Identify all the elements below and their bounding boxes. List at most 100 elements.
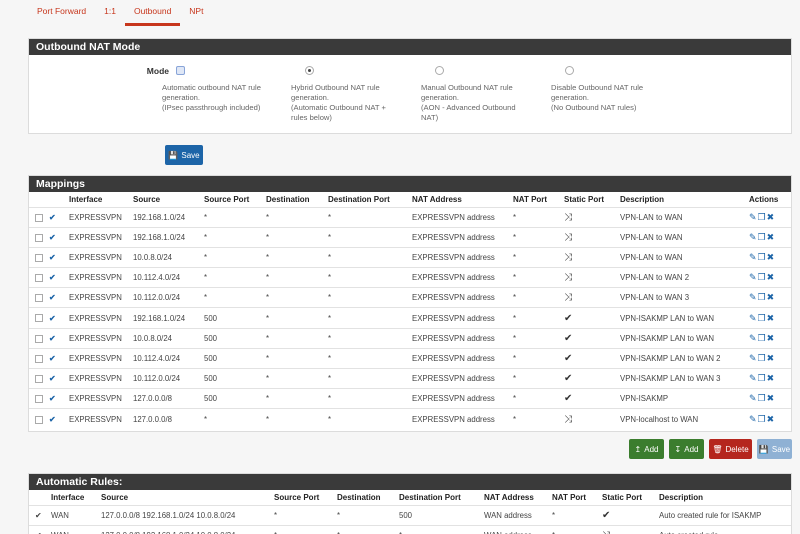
enabled-check-icon[interactable]: ✔ xyxy=(43,367,63,389)
row-checkbox[interactable] xyxy=(35,253,43,262)
enabled-check-icon: ✔ xyxy=(29,504,45,526)
source-port-cell: 500 xyxy=(198,307,260,329)
trash-icon[interactable]: ✖ xyxy=(767,252,776,262)
row-checkbox[interactable] xyxy=(35,314,43,323)
tab-npt[interactable]: NPt xyxy=(180,0,212,26)
edit-pencil-icon[interactable]: ✎ xyxy=(749,373,758,383)
enabled-check-icon[interactable]: ✔ xyxy=(43,226,63,248)
save-mode-button[interactable]: 💾 Save xyxy=(165,145,203,165)
row-checkbox[interactable] xyxy=(35,294,43,303)
edit-pencil-icon[interactable]: ✎ xyxy=(749,212,758,222)
trash-icon[interactable]: ✖ xyxy=(767,272,776,282)
trash-icon[interactable]: ✖ xyxy=(767,292,776,302)
tab-outbound[interactable]: Outbound xyxy=(124,0,181,26)
copy-icon[interactable]: ❐ xyxy=(758,232,767,242)
copy-icon[interactable]: ❐ xyxy=(758,414,767,424)
copy-icon[interactable]: ❐ xyxy=(758,393,767,403)
radio-automatic[interactable] xyxy=(176,66,185,75)
copy-icon[interactable]: ❐ xyxy=(758,212,767,222)
mode-option-hybrid[interactable]: Hybrid Outbound NAT rule generation. (Au… xyxy=(291,65,409,123)
actions-cell: ✎❐✖ xyxy=(743,347,791,369)
tab-port-forward[interactable]: Port Forward xyxy=(28,0,95,26)
trash-icon[interactable]: ✖ xyxy=(767,333,776,343)
copy-icon[interactable]: ❐ xyxy=(758,292,767,302)
enabled-check-icon[interactable]: ✔ xyxy=(43,388,63,409)
save-order-button[interactable]: 💾 Save xyxy=(757,439,792,459)
interface-cell: EXPRESSVPN xyxy=(63,267,127,288)
enabled-check-icon[interactable]: ✔ xyxy=(43,267,63,288)
trash-icon[interactable]: ✖ xyxy=(767,393,776,403)
row-select-cell xyxy=(29,307,43,329)
trash-icon[interactable]: ✖ xyxy=(767,414,776,424)
radio-manual[interactable] xyxy=(435,66,444,75)
table-row[interactable]: ✔ EXPRESSVPN 10.0.8.0/24 500 * * EXPRESSVPN ad… xyxy=(29,327,791,349)
edit-pencil-icon[interactable]: ✎ xyxy=(749,292,758,302)
trash-icon[interactable]: ✖ xyxy=(767,212,776,222)
trash-icon[interactable]: ✖ xyxy=(767,232,776,242)
destination-cell: * xyxy=(260,246,322,268)
automatic-rules-table: Interface Source Source Port Destination… xyxy=(29,490,791,534)
trash-icon[interactable]: ✖ xyxy=(767,373,776,383)
destination-port-cell: 500 xyxy=(393,504,478,526)
add-bottom-button[interactable]: ↧ Add xyxy=(669,439,704,459)
row-checkbox[interactable] xyxy=(35,334,43,343)
copy-icon[interactable]: ❐ xyxy=(758,272,767,282)
edit-pencil-icon[interactable]: ✎ xyxy=(749,232,758,242)
table-row[interactable]: ✔ EXPRESSVPN 192.168.1.0/24 * * * EXPRESSVPN a… xyxy=(29,206,791,228)
row-checkbox[interactable] xyxy=(35,213,43,222)
description-cell: VPN-LAN to WAN 3 xyxy=(614,287,743,308)
row-checkbox[interactable] xyxy=(35,354,43,363)
table-row[interactable]: ✔ EXPRESSVPN 10.112.4.0/24 * * * EXPRESSVPN ad… xyxy=(29,267,791,288)
enabled-check-icon[interactable]: ✔ xyxy=(43,327,63,349)
radio-disable[interactable] xyxy=(565,66,574,75)
enabled-check-icon[interactable]: ✔ xyxy=(43,246,63,268)
edit-pencil-icon[interactable]: ✎ xyxy=(749,393,758,403)
row-checkbox[interactable] xyxy=(35,395,43,404)
copy-icon[interactable]: ❐ xyxy=(758,353,767,363)
row-checkbox[interactable] xyxy=(35,274,43,283)
enabled-check-icon[interactable]: ✔ xyxy=(43,347,63,369)
edit-pencil-icon[interactable]: ✎ xyxy=(749,333,758,343)
row-checkbox[interactable] xyxy=(35,415,43,424)
edit-pencil-icon[interactable]: ✎ xyxy=(749,252,758,262)
tab-one-to-one[interactable]: 1:1 xyxy=(95,0,125,26)
enabled-check-icon[interactable]: ✔ xyxy=(43,307,63,329)
delete-button[interactable]: 🗑 Delete xyxy=(709,439,752,459)
enabled-check-icon[interactable]: ✔ xyxy=(43,287,63,308)
copy-icon[interactable]: ❐ xyxy=(758,373,767,383)
enabled-check-icon[interactable]: ✔ xyxy=(43,408,63,430)
copy-icon[interactable]: ❐ xyxy=(758,252,767,262)
mode-option-disable[interactable]: Disable Outbound NAT rule generation. (N… xyxy=(551,65,669,113)
table-row[interactable]: ✔ EXPRESSVPN 192.168.1.0/24 * * * EXPRESSVPN a… xyxy=(29,226,791,248)
interface-cell: EXPRESSVPN xyxy=(63,287,127,308)
edit-pencil-icon[interactable]: ✎ xyxy=(749,353,758,363)
col-nat-port: NAT Port xyxy=(552,492,587,502)
interface-cell: EXPRESSVPN xyxy=(63,307,127,329)
copy-icon[interactable]: ❐ xyxy=(758,313,767,323)
add-top-button[interactable]: ↥ Add xyxy=(629,439,664,459)
enabled-check-icon[interactable]: ✔ xyxy=(43,206,63,228)
edit-pencil-icon[interactable]: ✎ xyxy=(749,272,758,282)
description-cell: VPN-localhost to WAN xyxy=(614,408,743,430)
row-checkbox[interactable] xyxy=(35,233,43,242)
table-row[interactable]: ✔ EXPRESSVPN 127.0.0.0/8 * * * EXPRESSVPN addr… xyxy=(29,408,791,430)
mode-option-manual[interactable]: Manual Outbound NAT rule generation. (AO… xyxy=(421,65,539,123)
trash-icon[interactable]: ✖ xyxy=(767,353,776,363)
radio-hybrid[interactable] xyxy=(305,66,314,75)
table-row[interactable]: ✔ EXPRESSVPN 192.168.1.0/24 500 * * EXPRESSVPN… xyxy=(29,307,791,329)
table-row[interactable]: ✔ EXPRESSVPN 10.112.0.0/24 500 * * EXPRESSVPN … xyxy=(29,367,791,389)
trash-icon[interactable]: ✖ xyxy=(767,313,776,323)
static-port-shuffle-icon: ⤨ xyxy=(558,226,614,248)
edit-pencil-icon[interactable]: ✎ xyxy=(749,414,758,424)
edit-pencil-icon[interactable]: ✎ xyxy=(749,313,758,323)
panel-title: Mappings xyxy=(29,176,791,192)
row-checkbox[interactable] xyxy=(35,375,43,384)
table-row[interactable]: ✔ EXPRESSVPN 127.0.0.0/8 500 * * EXPRESSVPN ad… xyxy=(29,388,791,409)
table-row[interactable]: ✔ EXPRESSVPN 10.112.0.0/24 * * * EXPRESSVPN ad… xyxy=(29,287,791,308)
copy-icon[interactable]: ❐ xyxy=(758,333,767,343)
table-row: ✔WAN127.0.0.0/8 192.168.1.0/24 10.0.8.0/… xyxy=(29,524,791,534)
nat-tabs: Port Forward 1:1 Outbound NPt xyxy=(28,0,212,26)
table-row[interactable]: ✔ EXPRESSVPN 10.112.4.0/24 500 * * EXPRESSVPN … xyxy=(29,347,791,369)
mode-option-automatic[interactable]: Automatic outbound NAT rule generation. … xyxy=(162,65,280,113)
table-row[interactable]: ✔ EXPRESSVPN 10.0.8.0/24 * * * EXPRESSVPN addr… xyxy=(29,246,791,268)
